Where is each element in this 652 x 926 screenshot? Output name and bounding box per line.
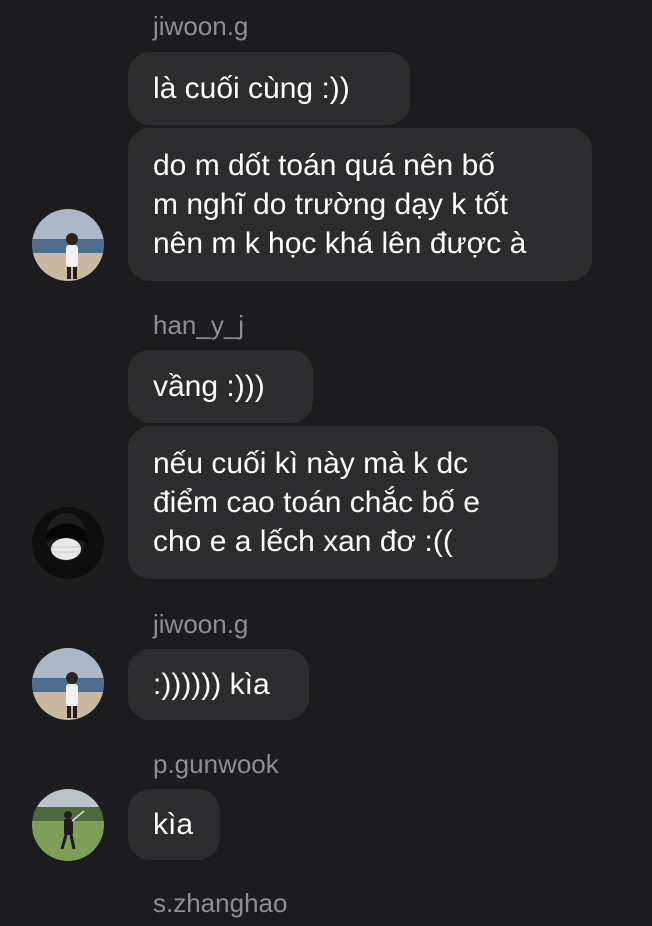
message-text: :)))))) kìa (153, 668, 270, 701)
message-text: m nghĩ do trường dạy k tốt (153, 188, 508, 221)
message-bubble[interactable]: kìa (128, 789, 220, 860)
message-text: điểm cao toán chắc bố e (153, 486, 480, 519)
sender-name: s.zhanghao (153, 888, 288, 918)
beach-photo-icon (32, 648, 104, 720)
beach-photo-icon (32, 209, 104, 281)
message-text: kìa (153, 808, 194, 841)
sender-name: p.gunwook (153, 749, 279, 779)
message-text: vầng :))) (153, 370, 265, 403)
message-text: nếu cuối kì này mà k dc (153, 447, 469, 480)
avatar-han[interactable] (32, 507, 104, 579)
message-text: cho e a lếch xan đơ :(( (153, 525, 453, 558)
message-bubble[interactable]: là cuối cùng :)) (128, 52, 410, 125)
sender-name: han_y_j (153, 310, 245, 340)
message-text: do m dốt toán quá nên bố (153, 149, 495, 182)
message-bubble[interactable]: vầng :))) (128, 350, 313, 423)
sender-name: jiwoon.g (153, 609, 249, 639)
avatar-jiwoon[interactable] (32, 209, 104, 281)
avatar-jiwoon[interactable] (32, 648, 104, 720)
message-text: nên m k học khá lên được à (153, 227, 527, 260)
chat-thread: jiwoon.g là cuối cùng :)) do m dốt toán … (0, 0, 652, 926)
message-bubble[interactable]: do m dốt toán quá nên bố m nghĩ do trườn… (128, 128, 592, 281)
message-bubble[interactable]: :)))))) kìa (128, 649, 309, 720)
message-bubble[interactable]: nếu cuối kì này mà k dc điểm cao toán ch… (128, 426, 558, 579)
message-text: là cuối cùng :)) (153, 72, 350, 105)
sender-name: jiwoon.g (153, 11, 249, 41)
avatar-gunwook[interactable] (32, 789, 104, 861)
golf-course-photo-icon (32, 789, 104, 861)
masked-face-photo-icon (32, 507, 104, 579)
